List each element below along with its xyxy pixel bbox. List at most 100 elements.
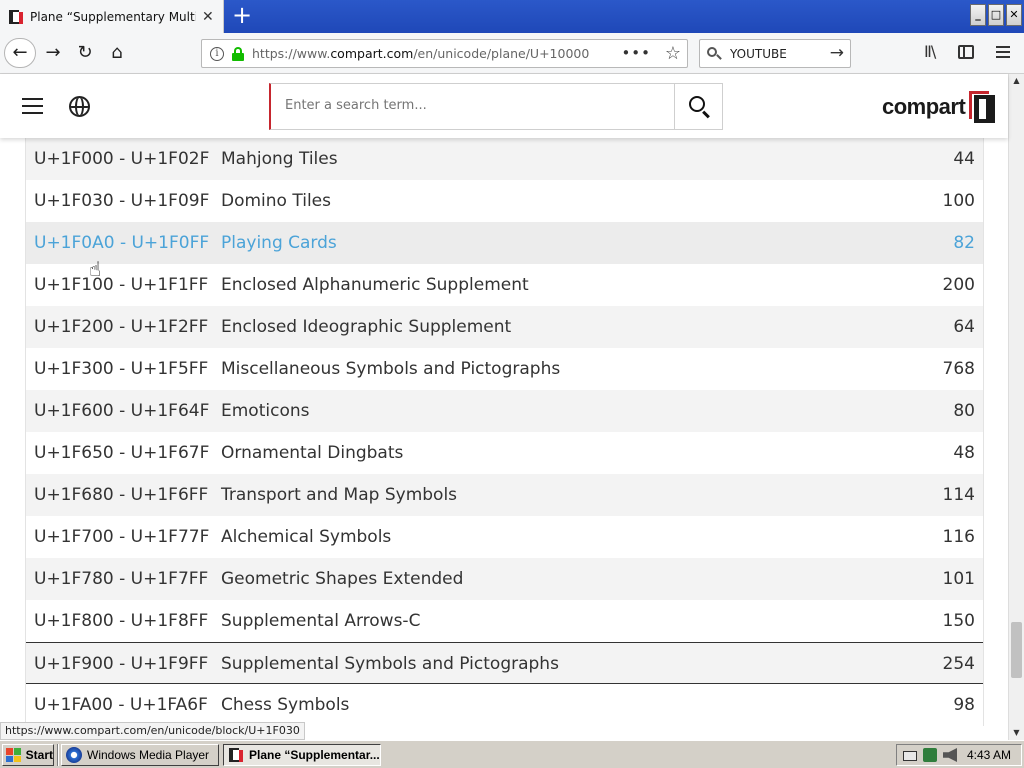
back-arrow-icon[interactable]: ← xyxy=(4,38,36,68)
block-name-link[interactable]: Transport and Map Symbols xyxy=(221,485,457,505)
block-name-link[interactable]: Enclosed Ideographic Supplement xyxy=(221,317,511,337)
scroll-up-arrow-icon[interactable]: ▲ xyxy=(1009,74,1024,88)
address-bar[interactable]: i https://www.compart.com/en/unicode/pla… xyxy=(201,39,688,68)
table-row[interactable]: U+1FA00 - U+1FA6F Chess Symbols 98 xyxy=(26,684,983,726)
table-row[interactable]: U+1F200 - U+1F2FF Enclosed Ideographic Su… xyxy=(26,306,983,348)
block-name-link[interactable]: Alchemical Symbols xyxy=(221,527,391,547)
block-range-link[interactable]: U+1F780 - U+1F7FF xyxy=(34,569,208,589)
block-name-link[interactable]: Playing Cards xyxy=(221,233,337,253)
bookmark-star-icon[interactable]: ☆ xyxy=(665,43,681,64)
task-windows-media-player[interactable]: Windows Media Player xyxy=(61,744,219,766)
unicode-blocks-table: U+1F000 - U+1F02F Mahjong Tiles 44 U+1F030 … xyxy=(25,138,984,726)
sidebar-toggle-icon[interactable] xyxy=(958,45,974,59)
block-char-count: 82 xyxy=(953,233,975,253)
browser-menu-icon[interactable] xyxy=(996,43,1012,59)
block-range-link[interactable]: U+1FA00 - U+1FA6F xyxy=(34,695,208,715)
browser-tab-strip: Plane “Supplementary Multilingual ✕ + _ … xyxy=(0,0,1024,33)
table-row[interactable]: U+1F680 - U+1F6FF Transport and Map Symbo… xyxy=(26,474,983,516)
block-name-link[interactable]: Ornamental Dingbats xyxy=(221,443,403,463)
block-range-link[interactable]: U+1F600 - U+1F64F xyxy=(34,401,209,421)
status-link-preview: https://www.compart.com/en/unicode/block… xyxy=(0,722,305,740)
browser-search-value[interactable]: YOUTUBE xyxy=(730,47,787,61)
windows-taskbar: Start Windows Media Player Plane “Supple… xyxy=(0,740,1024,768)
block-range-link[interactable]: U+1F700 - U+1F77F xyxy=(34,527,209,547)
browser-tab[interactable]: Plane “Supplementary Multilingual ✕ xyxy=(0,0,224,33)
vertical-scrollbar[interactable]: ▲ ▼ xyxy=(1008,74,1024,740)
tab-title: Plane “Supplementary Multilingual xyxy=(30,9,196,24)
block-char-count: 768 xyxy=(942,359,975,379)
block-name-link[interactable]: Emoticons xyxy=(221,401,309,421)
restore-button[interactable]: □ xyxy=(988,4,1004,26)
close-window-button[interactable]: ✕ xyxy=(1006,4,1022,26)
block-name-link[interactable]: Mahjong Tiles xyxy=(221,149,338,169)
table-row[interactable]: U+1F000 - U+1F02F Mahjong Tiles 44 xyxy=(26,138,983,180)
language-globe-icon[interactable] xyxy=(69,96,90,117)
table-row[interactable]: U+1F100 - U+1F1FF Enclosed Alphanumeric S… xyxy=(26,264,983,306)
network-icon[interactable] xyxy=(923,748,937,762)
browser-search-bar[interactable]: YOUTUBE → xyxy=(699,39,851,68)
block-name-link[interactable]: Supplemental Arrows-C xyxy=(221,611,420,631)
compart-logo-mark-icon xyxy=(969,91,996,123)
scroll-down-arrow-icon[interactable]: ▼ xyxy=(1009,726,1024,740)
media-player-icon xyxy=(66,747,82,763)
block-name-link[interactable]: Miscellaneous Symbols and Pictographs xyxy=(221,359,560,379)
compart-favicon-icon xyxy=(8,9,24,25)
scrollbar-thumb[interactable] xyxy=(1011,622,1022,678)
site-search-input[interactable] xyxy=(285,98,665,113)
page-actions-icon[interactable]: ••• xyxy=(621,44,651,62)
block-name-link[interactable]: Supplemental Symbols and Pictographs xyxy=(221,654,559,674)
reload-icon[interactable]: ↻ xyxy=(70,39,100,67)
table-row[interactable]: U+1F780 - U+1F7FF Geometric Shapes Extend… xyxy=(26,558,983,600)
block-name-link[interactable]: Domino Tiles xyxy=(221,191,331,211)
block-range-link[interactable]: U+1F680 - U+1F6FF xyxy=(34,485,208,505)
volume-icon[interactable] xyxy=(943,748,957,762)
block-char-count: 114 xyxy=(942,485,975,505)
block-range-link[interactable]: U+1F000 - U+1F02F xyxy=(34,149,209,169)
block-char-count: 254 xyxy=(942,654,975,674)
home-icon[interactable]: ⌂ xyxy=(102,39,132,67)
block-range-link[interactable]: U+1F900 - U+1F9FF xyxy=(34,654,208,674)
block-range-link[interactable]: U+1F100 - U+1F1FF xyxy=(34,275,208,295)
block-range-link[interactable]: U+1F030 - U+1F09F xyxy=(34,191,209,211)
site-search-button[interactable] xyxy=(674,84,722,129)
site-header: compart xyxy=(0,74,1008,138)
table-row[interactable]: U+1F800 - U+1F8FF Supplemental Arrows-C 15… xyxy=(26,600,983,642)
block-char-count: 101 xyxy=(942,569,975,589)
block-range-link[interactable]: U+1F0A0 - U+1F0FF xyxy=(34,233,209,253)
task-label: Plane “Supplementar... xyxy=(249,748,380,762)
block-char-count: 80 xyxy=(953,401,975,421)
block-range-link[interactable]: U+1F800 - U+1F8FF xyxy=(34,611,208,631)
table-row[interactable]: U+1F0A0 - U+1F0FF Playing Cards 82 xyxy=(26,222,983,264)
site-search-box xyxy=(269,83,723,130)
keyboard-icon[interactable] xyxy=(903,751,917,761)
block-name-link[interactable]: Chess Symbols xyxy=(221,695,349,715)
table-row[interactable]: U+1F600 - U+1F64F Emoticons 80 xyxy=(26,390,983,432)
compart-logo[interactable]: compart xyxy=(882,91,996,123)
table-row[interactable]: U+1F650 - U+1F67F Ornamental Dingbats 48 xyxy=(26,432,983,474)
block-range-link[interactable]: U+1F300 - U+1F5FF xyxy=(34,359,208,379)
info-icon[interactable]: i xyxy=(210,46,224,61)
table-row[interactable]: U+1F900 - U+1F9FF Supplemental Symbols an… xyxy=(26,642,983,684)
new-tab-button[interactable]: + xyxy=(230,3,254,28)
block-name-link[interactable]: Geometric Shapes Extended xyxy=(221,569,463,589)
page-content: U+1F000 - U+1F02F Mahjong Tiles 44 U+1F030 … xyxy=(0,138,1008,740)
library-icon[interactable]: Ⅱ\ xyxy=(924,42,936,61)
table-row[interactable]: U+1F030 - U+1F09F Domino Tiles 100 xyxy=(26,180,983,222)
search-go-arrow-icon[interactable]: → xyxy=(830,43,844,63)
block-name-link[interactable]: Enclosed Alphanumeric Supplement xyxy=(221,275,529,295)
tab-close-icon[interactable]: ✕ xyxy=(202,10,214,24)
clock: 4:43 AM xyxy=(966,748,1011,762)
block-range-link[interactable]: U+1F200 - U+1F2FF xyxy=(34,317,208,337)
windows-logo-icon xyxy=(6,748,22,762)
hamburger-menu-icon[interactable] xyxy=(22,98,43,114)
task-browser[interactable]: Plane “Supplementar... xyxy=(223,744,381,766)
table-row[interactable]: U+1F300 - U+1F5FF Miscellaneous Symbols a… xyxy=(26,348,983,390)
hand-cursor-icon: ☝ xyxy=(89,257,102,281)
lock-icon[interactable] xyxy=(232,46,244,61)
forward-arrow-icon[interactable]: → xyxy=(38,39,68,67)
block-range-link[interactable]: U+1F650 - U+1F67F xyxy=(34,443,209,463)
url-text[interactable]: https://www.compart.com/en/unicode/plane… xyxy=(252,46,589,61)
minimize-button[interactable]: _ xyxy=(970,4,986,26)
table-row[interactable]: U+1F700 - U+1F77F Alchemical Symbols 116 xyxy=(26,516,983,558)
start-button[interactable]: Start xyxy=(2,744,54,766)
